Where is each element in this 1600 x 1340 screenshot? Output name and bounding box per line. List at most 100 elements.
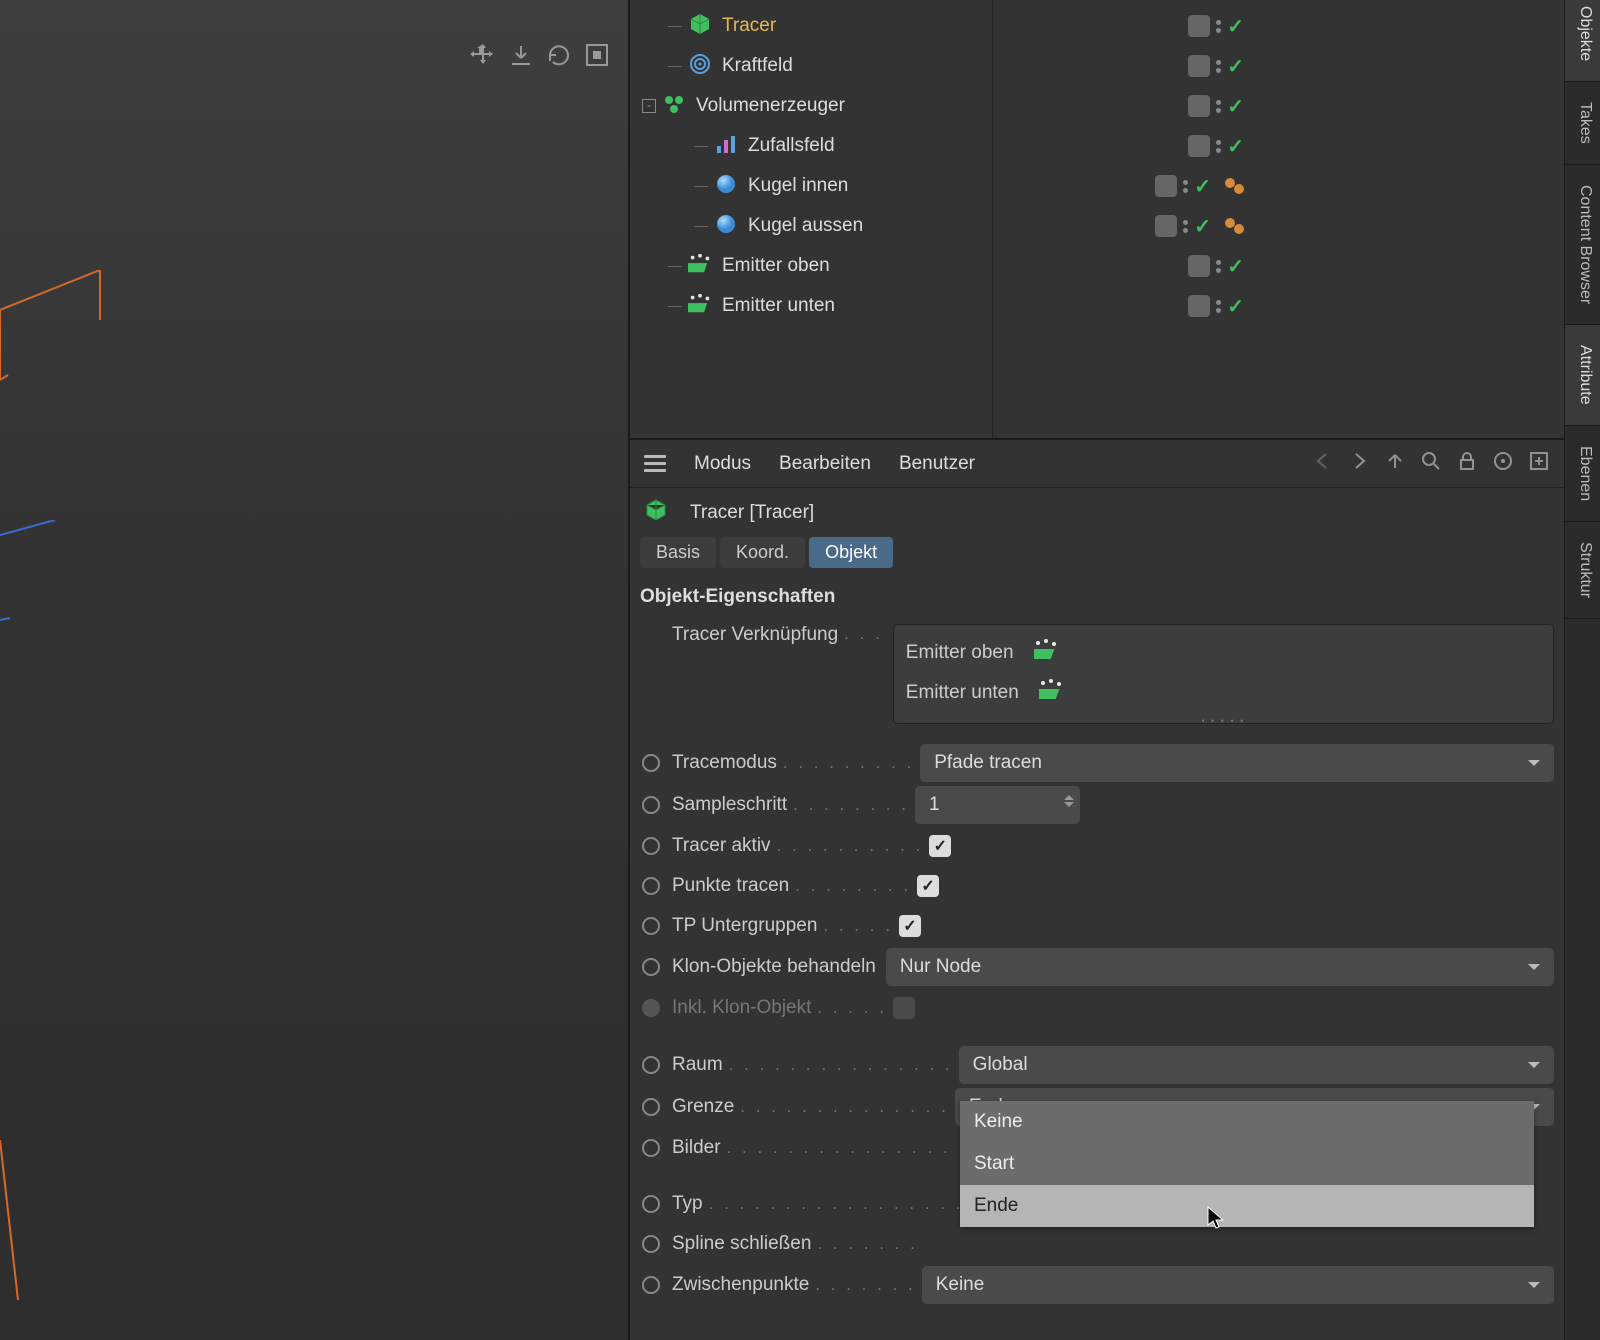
visibility-dots[interactable] bbox=[1216, 300, 1221, 313]
menu-benutzer[interactable]: Benutzer bbox=[899, 453, 975, 475]
param-bullet[interactable] bbox=[642, 1056, 660, 1074]
param-bullet[interactable] bbox=[642, 958, 660, 976]
layer-toggle[interactable] bbox=[1188, 15, 1210, 37]
tab-objekt[interactable]: Objekt bbox=[809, 537, 893, 568]
vtab-takes[interactable]: Takes bbox=[1565, 82, 1600, 165]
tab-basis[interactable]: Basis bbox=[640, 537, 716, 568]
object-label[interactable]: Emitter unten bbox=[722, 295, 835, 317]
enable-check-icon[interactable]: ✓ bbox=[1227, 94, 1244, 119]
object-label[interactable]: Kugel aussen bbox=[748, 215, 863, 237]
grenze-dropdown-menu[interactable]: Keine Start Ende bbox=[960, 1101, 1534, 1227]
visibility-dots[interactable] bbox=[1216, 20, 1221, 33]
nav-back-icon[interactable] bbox=[1312, 450, 1334, 477]
layer-toggle[interactable] bbox=[1155, 175, 1177, 197]
layer-toggle[interactable] bbox=[1188, 55, 1210, 77]
tracer-aktiv-checkbox[interactable]: ✓ bbox=[929, 835, 951, 857]
visibility-dots[interactable] bbox=[1183, 220, 1188, 233]
tracemodus-dropdown[interactable]: Pfade tracen bbox=[920, 744, 1554, 782]
enable-check-icon[interactable]: ✓ bbox=[1227, 294, 1244, 319]
down-tool-icon[interactable] bbox=[508, 42, 534, 73]
viewport[interactable] bbox=[0, 0, 630, 1340]
enable-check-icon[interactable]: ✓ bbox=[1194, 214, 1211, 239]
label-spline-schliessen: Spline schließen bbox=[672, 1233, 811, 1255]
vtab-content-browser[interactable]: Content Browser bbox=[1565, 165, 1600, 325]
menu-modus[interactable]: Modus bbox=[694, 453, 751, 475]
param-bullet[interactable] bbox=[642, 1276, 660, 1294]
object-label[interactable]: Volumenerzeuger bbox=[696, 95, 845, 117]
object-row[interactable]: Emitter oben ✓ bbox=[630, 246, 1564, 286]
nav-fwd-icon[interactable] bbox=[1348, 450, 1370, 477]
visibility-dots[interactable] bbox=[1216, 140, 1221, 153]
enable-check-icon[interactable]: ✓ bbox=[1194, 174, 1211, 199]
menu-icon[interactable] bbox=[644, 455, 666, 472]
tree-expander[interactable]: - bbox=[642, 99, 656, 113]
layer-toggle[interactable] bbox=[1188, 95, 1210, 117]
param-bullet[interactable] bbox=[642, 917, 660, 935]
object-row[interactable]: Emitter unten ✓ bbox=[630, 286, 1564, 326]
object-label[interactable]: Zufallsfeld bbox=[748, 135, 835, 157]
enable-check-icon[interactable]: ✓ bbox=[1227, 254, 1244, 279]
object-row[interactable]: Kugel aussen ✓ bbox=[630, 206, 1564, 246]
enable-check-icon[interactable]: ✓ bbox=[1227, 134, 1244, 159]
layer-toggle[interactable] bbox=[1188, 295, 1210, 317]
vtab-struktur[interactable]: Struktur bbox=[1565, 522, 1600, 619]
object-row[interactable]: Kraftfeld ✓ bbox=[630, 46, 1564, 86]
param-bullet[interactable] bbox=[642, 1098, 660, 1116]
object-manager[interactable]: Tracer✓Kraftfeld✓-Volumenerzeuger✓Zufall… bbox=[630, 0, 1564, 440]
tracer-link-field[interactable]: Emitter oben Emitter unten • • • • • bbox=[893, 624, 1554, 724]
zwischenpunkte-dropdown[interactable]: Keine bbox=[922, 1266, 1554, 1304]
klon-objekte-dropdown[interactable]: Nur Node bbox=[886, 948, 1554, 986]
visibility-dots[interactable] bbox=[1183, 180, 1188, 193]
param-bullet[interactable] bbox=[642, 796, 660, 814]
dropdown-option-start[interactable]: Start bbox=[960, 1143, 1534, 1185]
tab-koord[interactable]: Koord. bbox=[720, 537, 805, 568]
layer-toggle[interactable] bbox=[1188, 135, 1210, 157]
param-bullet[interactable] bbox=[642, 877, 660, 895]
menu-bearbeiten[interactable]: Bearbeiten bbox=[779, 453, 871, 475]
param-bullet[interactable] bbox=[642, 1139, 660, 1157]
refresh-tool-icon[interactable] bbox=[546, 42, 572, 73]
sampleschritt-input[interactable]: 1 bbox=[915, 786, 1080, 824]
vtab-objekte[interactable]: Objekte bbox=[1565, 0, 1600, 82]
tp-untergruppen-checkbox[interactable]: ✓ bbox=[899, 915, 921, 937]
search-icon[interactable] bbox=[1420, 450, 1442, 477]
vtab-attribute[interactable]: Attribute bbox=[1565, 325, 1600, 426]
label-tracer-link: Tracer Verknüpfung bbox=[672, 624, 838, 646]
tag-icon[interactable] bbox=[1234, 224, 1244, 234]
object-label[interactable]: Tracer bbox=[722, 15, 776, 37]
add-panel-icon[interactable] bbox=[1528, 450, 1550, 477]
vtab-ebenen[interactable]: Ebenen bbox=[1565, 426, 1600, 522]
param-bullet[interactable] bbox=[642, 754, 660, 772]
param-bullet[interactable] bbox=[642, 1195, 660, 1213]
visibility-dots[interactable] bbox=[1216, 260, 1221, 273]
label-inkl-klon: Inkl. Klon-Objekt bbox=[672, 997, 811, 1019]
target-icon[interactable] bbox=[1492, 450, 1514, 477]
dropdown-option-keine[interactable]: Keine bbox=[960, 1101, 1534, 1143]
dropdown-option-ende[interactable]: Ende bbox=[960, 1185, 1534, 1227]
object-row[interactable]: - Volumenerzeuger ✓ bbox=[630, 86, 1564, 126]
enable-check-icon[interactable]: ✓ bbox=[1227, 54, 1244, 79]
object-label[interactable]: Kraftfeld bbox=[722, 55, 793, 77]
move-tool-icon[interactable] bbox=[470, 42, 496, 73]
punkte-tracen-checkbox[interactable]: ✓ bbox=[917, 875, 939, 897]
object-row[interactable]: Zufallsfeld ✓ bbox=[630, 126, 1564, 166]
layer-toggle[interactable] bbox=[1188, 255, 1210, 277]
nav-up-icon[interactable] bbox=[1384, 450, 1406, 477]
frame-tool-icon[interactable] bbox=[584, 42, 610, 73]
visibility-dots[interactable] bbox=[1216, 60, 1221, 73]
layer-toggle[interactable] bbox=[1155, 215, 1177, 237]
link-item[interactable]: Emitter oben bbox=[906, 633, 1541, 673]
label-bilder: Bilder bbox=[672, 1137, 721, 1159]
link-item[interactable]: Emitter unten bbox=[906, 673, 1541, 713]
param-bullet[interactable] bbox=[642, 1235, 660, 1253]
object-row[interactable]: Kugel innen ✓ bbox=[630, 166, 1564, 206]
object-row[interactable]: Tracer ✓ bbox=[630, 6, 1564, 46]
lock-icon[interactable] bbox=[1456, 450, 1478, 477]
param-bullet[interactable] bbox=[642, 837, 660, 855]
object-label[interactable]: Emitter oben bbox=[722, 255, 830, 277]
object-label[interactable]: Kugel innen bbox=[748, 175, 848, 197]
raum-dropdown[interactable]: Global bbox=[959, 1046, 1554, 1084]
enable-check-icon[interactable]: ✓ bbox=[1227, 14, 1244, 39]
visibility-dots[interactable] bbox=[1216, 100, 1221, 113]
tag-icon[interactable] bbox=[1234, 184, 1244, 194]
